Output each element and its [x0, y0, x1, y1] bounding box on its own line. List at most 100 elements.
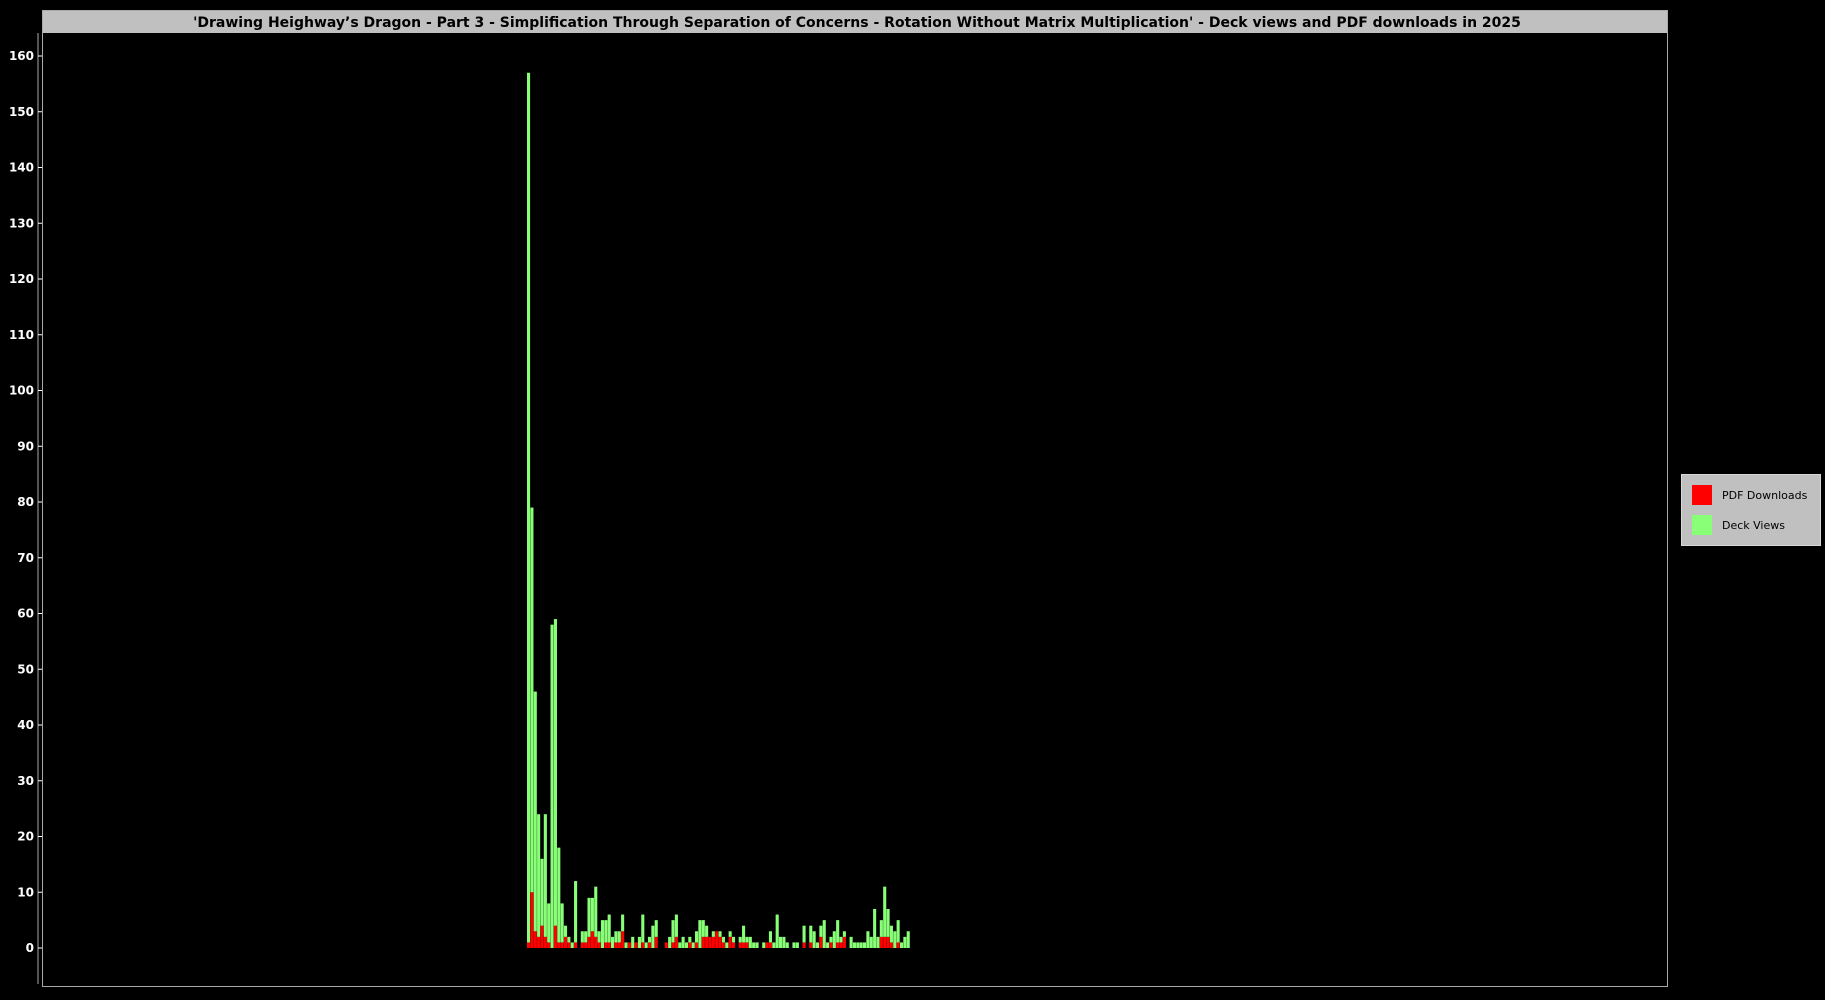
bar-deck-views: [527, 72, 531, 943]
bar-deck-views: [684, 942, 689, 948]
bar-pdf-downloads: [879, 936, 883, 948]
legend-swatch-pdf-downloads: [1692, 485, 1712, 505]
y-tick-label: 40: [17, 718, 34, 732]
bar-deck-views: [779, 936, 783, 948]
bar-deck-views: [590, 897, 594, 932]
bar-pdf-downloads: [634, 942, 638, 948]
bar-deck-views: [883, 886, 887, 937]
bar-deck-views: [611, 936, 615, 948]
bar-pdf-downloads: [574, 942, 578, 948]
bar-pdf-downloads: [617, 942, 621, 948]
bar-pdf-downloads: [688, 942, 692, 948]
bar-deck-views: [537, 814, 541, 937]
bar-deck-views: [621, 914, 625, 932]
bar-pdf-downloads: [829, 942, 833, 948]
bar-pdf-downloads: [641, 942, 645, 948]
bar-deck-views: [691, 942, 695, 948]
bar-deck-views: [624, 942, 628, 948]
bar-deck-views: [637, 936, 641, 948]
bar-deck-views: [802, 925, 806, 943]
bar-deck-views: [826, 942, 830, 948]
chart: 'Drawing Heighway’s Dragon - Part 3 - Si…: [9, 10, 1668, 987]
bar-deck-views: [795, 942, 799, 948]
bar-deck-views: [550, 624, 554, 948]
bar-deck-views: [876, 936, 880, 948]
y-tick-label: 70: [17, 551, 34, 565]
bar-deck-views: [879, 920, 883, 937]
bar-deck-views: [654, 920, 658, 937]
bar-deck-views: [584, 931, 588, 943]
bar-deck-views: [738, 936, 742, 943]
bar-deck-views: [678, 942, 682, 948]
bar-deck-views: [725, 942, 729, 948]
bar-deck-views: [540, 858, 544, 926]
bar-deck-views: [748, 936, 752, 948]
bar-deck-views: [745, 936, 749, 943]
bar-pdf-downloads: [728, 936, 732, 948]
bar-deck-views: [587, 897, 591, 937]
bar-deck-views: [553, 619, 557, 926]
bar-deck-views: [681, 936, 685, 948]
y-tick-label: 100: [9, 384, 34, 398]
bar-deck-views: [815, 942, 820, 948]
bar-deck-views: [731, 936, 736, 943]
bar-pdf-downloads: [715, 931, 719, 948]
legend-swatch-deck-views: [1692, 515, 1712, 535]
bar-pdf-downloads: [742, 942, 746, 948]
bar-deck-views: [852, 942, 857, 948]
bar-pdf-downloads: [654, 936, 658, 948]
bar-pdf-downloads: [560, 942, 564, 948]
bar-deck-views: [886, 908, 890, 937]
bar-pdf-downloads: [567, 942, 571, 948]
bar-deck-views: [822, 920, 826, 949]
bar-deck-views: [742, 925, 746, 943]
legend-item-deck-views: Deck Views: [1692, 515, 1785, 535]
bar-deck-views: [842, 931, 846, 937]
bar-deck-views: [775, 914, 779, 948]
bar-deck-views: [836, 920, 840, 943]
bar-deck-views: [543, 814, 547, 937]
bar-deck-views: [829, 936, 833, 943]
bar-pdf-downloads: [614, 942, 618, 948]
bar-deck-views: [863, 942, 867, 948]
bar-pdf-downloads: [674, 936, 678, 948]
bar-pdf-downloads: [705, 936, 709, 948]
y-tick-label: 120: [9, 272, 34, 286]
y-tick-label: 110: [9, 328, 34, 342]
bar-pdf-downloads: [889, 942, 893, 948]
bar-deck-views: [782, 936, 786, 948]
bar-pdf-downloads: [547, 942, 551, 948]
bar-deck-views: [819, 925, 823, 937]
bar-pdf-downloads: [530, 892, 534, 948]
bar-pdf-downloads: [802, 942, 806, 948]
bar-pdf-downloads: [731, 942, 736, 948]
bar-deck-views: [701, 920, 705, 937]
bar-pdf-downloads: [695, 942, 699, 948]
bar-pdf-downloads: [553, 925, 557, 948]
bar-deck-views: [869, 936, 873, 948]
bar-pdf-downloads: [721, 942, 725, 948]
plot-frame: [42, 10, 1668, 987]
bar-pdf-downloads: [718, 936, 722, 948]
bar-deck-views: [668, 936, 672, 948]
bar-pdf-downloads: [527, 942, 531, 948]
y-tick-label: 130: [9, 216, 34, 230]
bar-deck-views: [617, 931, 621, 943]
bar-pdf-downloads: [621, 931, 625, 948]
bar-pdf-downloads: [738, 942, 742, 948]
bar-pdf-downloads: [711, 936, 715, 948]
bar-pdf-downloads: [647, 942, 652, 948]
bar-deck-views: [607, 914, 611, 943]
y-tick-label: 50: [17, 662, 34, 676]
bar-pdf-downloads: [839, 942, 843, 948]
bar-deck-views: [859, 942, 863, 948]
bar-deck-views: [903, 936, 907, 948]
bar-deck-views: [614, 931, 618, 943]
bar-pdf-downloads: [607, 942, 611, 948]
bar-deck-views: [889, 925, 893, 943]
bar-deck-views: [560, 903, 564, 943]
bar-deck-views: [762, 942, 766, 948]
bar-deck-views: [651, 925, 655, 948]
bar-deck-views: [530, 507, 534, 893]
bar-deck-views: [873, 908, 877, 948]
